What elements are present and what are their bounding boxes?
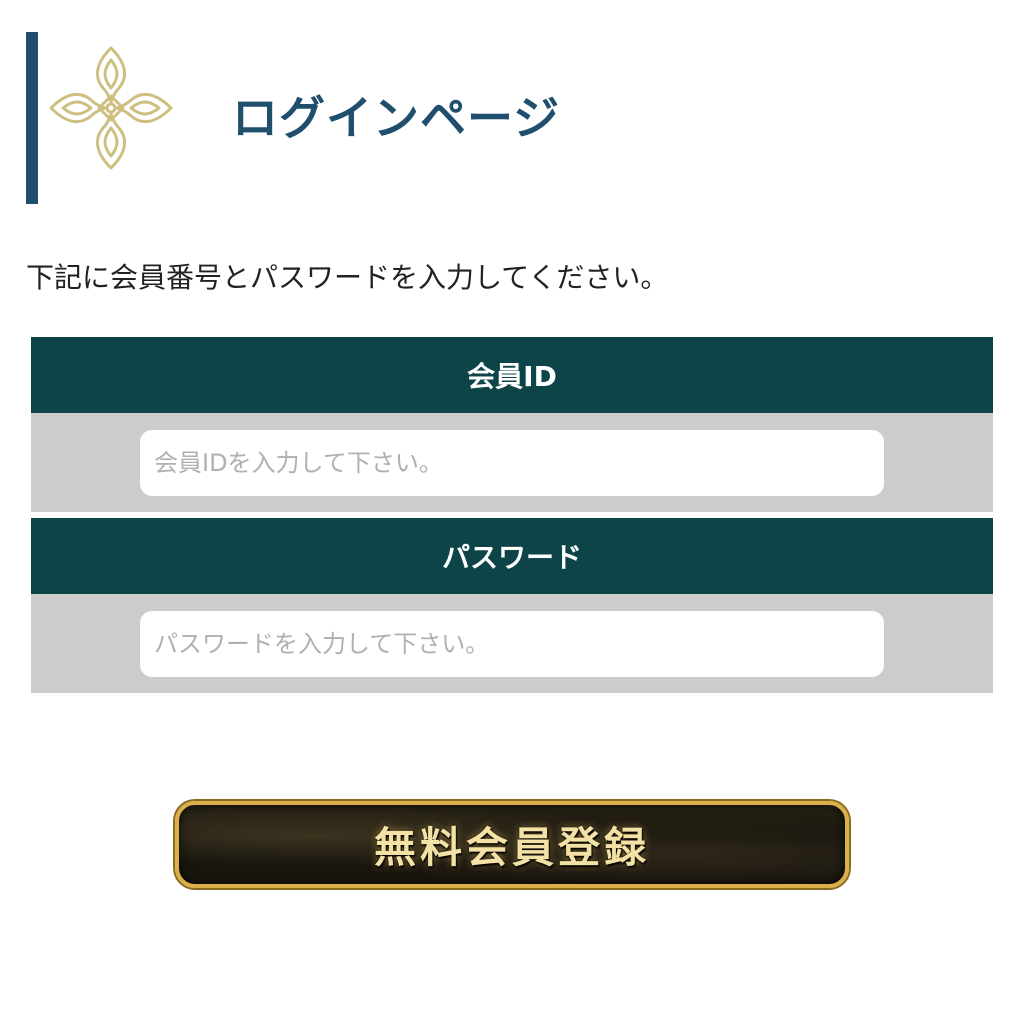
member-id-section: 会員ID: [31, 337, 993, 512]
password-section: パスワード: [31, 518, 993, 693]
member-id-field-container: [31, 413, 993, 512]
member-id-label: 会員ID: [31, 337, 993, 413]
member-id-input[interactable]: [140, 430, 884, 496]
gold-ornament-icon: [49, 46, 173, 170]
free-member-registration-button[interactable]: 無料会員登録: [175, 801, 849, 888]
instruction-text: 下記に会員番号とパスワードを入力してください。: [26, 261, 669, 294]
title-accent-bar: [26, 32, 38, 204]
page-title: ログインページ: [232, 91, 561, 145]
password-input[interactable]: [140, 611, 884, 677]
password-label: パスワード: [31, 518, 993, 594]
password-field-container: [31, 594, 993, 693]
login-page: ログインページ 下記に会員番号とパスワードを入力してください。 会員ID パスワ…: [0, 0, 1024, 1011]
register-button-label: 無料会員登録: [373, 823, 650, 872]
